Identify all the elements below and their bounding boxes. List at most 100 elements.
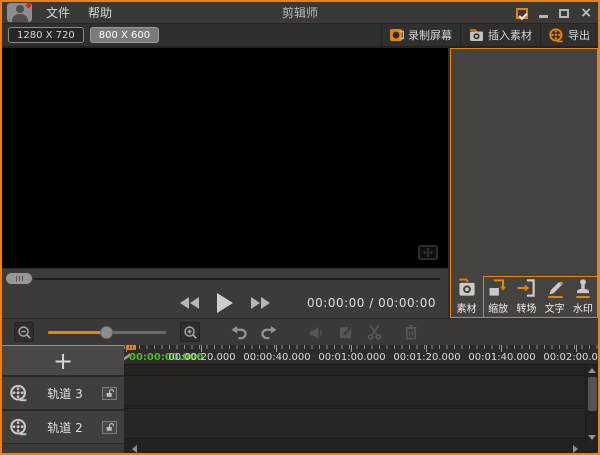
tab-text[interactable]: 文字: [541, 277, 569, 317]
track-reel-icon: [9, 418, 28, 437]
bottom-row: [2, 443, 598, 453]
tab-scale[interactable]: 缩放: [484, 277, 512, 317]
play-button[interactable]: [217, 293, 233, 313]
menu-file[interactable]: 文件: [46, 4, 70, 21]
redo-button[interactable]: [261, 325, 278, 340]
top-actions: 录制屏幕 插入素材 导出: [381, 24, 598, 46]
ruler-label: 00:00:40.000: [243, 352, 310, 363]
edit-clip-icon: [338, 325, 353, 340]
maximize-button[interactable]: [559, 9, 569, 18]
seek-bar: [2, 268, 448, 288]
crop-edit-button[interactable]: [338, 325, 353, 340]
zoom-in-icon: [183, 325, 198, 340]
vertical-scroll-thumb[interactable]: [588, 377, 597, 411]
fast-forward-button[interactable]: [251, 297, 270, 309]
ruler-major-ticks: [126, 345, 598, 352]
menubar: 文件 帮助: [46, 4, 112, 21]
slider-knob[interactable]: [100, 326, 113, 339]
lock-icon: [105, 422, 115, 432]
track-reel-icon: [9, 384, 28, 403]
watermark-tab-icon: [572, 277, 594, 299]
insert-media-icon: [469, 28, 484, 42]
export-icon: [549, 28, 564, 43]
titlebar: 文件 帮助 剪辑师 ×: [2, 2, 598, 24]
track-label: 轨道 3: [28, 385, 102, 402]
resolution-800x600-button[interactable]: 800 X 600: [90, 27, 159, 43]
track-panel-footer: [2, 443, 124, 453]
undo-icon: [230, 325, 247, 340]
undo-button[interactable]: [230, 325, 247, 340]
scroll-down-icon[interactable]: [588, 435, 596, 440]
tracks-wrap: [124, 365, 598, 443]
timeline-right: 00:00:00.000 00:00:20.000 00:00:40.000 0…: [124, 345, 598, 443]
scroll-left-icon[interactable]: [132, 445, 137, 453]
text-tab-icon: [544, 277, 566, 299]
video-preview: [2, 48, 448, 268]
panel-tabs: 素材 缩放 转场 文字: [451, 277, 597, 317]
track-lock-button[interactable]: [102, 421, 117, 434]
track-row-2[interactable]: 轨道 2: [2, 411, 124, 443]
lock-icon: [105, 388, 115, 398]
panel-tabgroup: 缩放 转场 文字 水印: [483, 276, 598, 318]
notification-dot-icon: [26, 3, 31, 8]
track-header-panel: + 轨道 3 轨道 2: [2, 345, 124, 443]
close-button[interactable]: ×: [580, 6, 592, 20]
delete-button[interactable]: [404, 324, 418, 340]
scroll-right-icon[interactable]: [573, 445, 578, 453]
transition-tab-icon: [515, 277, 537, 299]
seek-track[interactable]: [34, 278, 440, 280]
tab-watermark[interactable]: 水印: [569, 277, 597, 317]
zoom-out-button[interactable]: [14, 322, 34, 342]
track-lock-button[interactable]: [102, 387, 117, 400]
ruler-label: 00:01:00.000: [318, 352, 385, 363]
track-lane[interactable]: [124, 408, 585, 439]
ruler-label: 00:02:00.000: [543, 352, 598, 363]
tracks-area[interactable]: [124, 365, 585, 443]
minimize-button[interactable]: [539, 15, 548, 18]
slider-fill: [48, 331, 106, 334]
media-list-empty: [451, 49, 597, 277]
insert-media-button[interactable]: 插入素材: [460, 24, 540, 46]
time-display: 00:00:00 / 00:00:00: [307, 296, 436, 310]
scroll-up-icon[interactable]: [588, 368, 596, 373]
window-controls: ×: [516, 2, 592, 24]
vertical-scrollbar[interactable]: [585, 365, 598, 443]
ruler-label: 00:01:40.000: [468, 352, 535, 363]
fit-screen-icon[interactable]: [418, 245, 438, 260]
horizontal-scrollbar[interactable]: [124, 443, 598, 453]
speaker-icon: [308, 325, 324, 340]
resolution-1280x720-button[interactable]: 1280 X 720: [8, 27, 84, 43]
track-label: 轨道 2: [28, 419, 102, 436]
material-tab-icon: [456, 277, 478, 299]
skin-button[interactable]: [516, 8, 528, 19]
app-window: 文件 帮助 剪辑师 × 1280 X 720 800 X 600 录制屏幕 插入…: [0, 0, 600, 455]
tab-material[interactable]: 素材: [451, 277, 482, 317]
audio-button[interactable]: [308, 325, 324, 340]
tab-transition[interactable]: 转场: [512, 277, 540, 317]
scissors-icon: [367, 324, 382, 340]
window-title: 剪辑师: [282, 4, 318, 21]
menu-help[interactable]: 帮助: [88, 4, 112, 21]
seek-handle[interactable]: [6, 273, 32, 284]
track-lane[interactable]: [124, 375, 585, 406]
timeline: + 轨道 3 轨道 2 00:00:: [2, 345, 598, 443]
track-row-3[interactable]: 轨道 3: [2, 377, 124, 409]
cut-button[interactable]: [367, 324, 382, 340]
media-panel: 素材 缩放 转场 文字: [450, 48, 598, 318]
redo-icon: [261, 325, 278, 340]
timeline-ruler[interactable]: 00:00:00.000 00:00:20.000 00:00:40.000 0…: [124, 345, 598, 365]
top-toolbar: 1280 X 720 800 X 600 录制屏幕 插入素材 导出: [2, 24, 598, 48]
player-column: 00:00:00 / 00:00:00: [2, 48, 448, 318]
ruler-label: 00:00:20.000: [168, 352, 235, 363]
main-area: 00:00:00 / 00:00:00 素材 缩放 转场: [2, 48, 598, 318]
add-track-button[interactable]: +: [2, 346, 124, 375]
record-screen-button[interactable]: 录制屏幕: [381, 24, 460, 46]
timeline-zoom-slider[interactable]: [48, 331, 166, 334]
zoom-in-button[interactable]: [180, 322, 200, 342]
scale-tab-icon: [487, 277, 509, 299]
trash-icon: [404, 324, 418, 340]
zoom-out-icon: [17, 325, 32, 340]
rewind-button[interactable]: [180, 297, 199, 309]
playhead-handle[interactable]: [126, 345, 136, 350]
export-button[interactable]: 导出: [540, 24, 598, 46]
